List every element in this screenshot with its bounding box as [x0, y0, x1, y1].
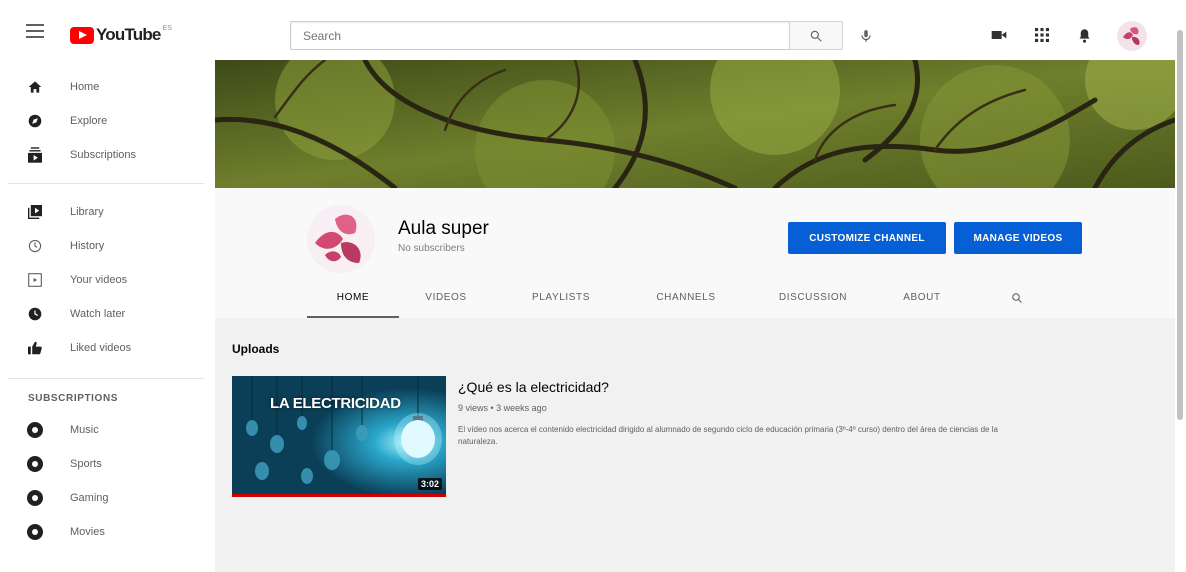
- channel-name: Aula super: [398, 218, 489, 239]
- subscriptions-icon: [27, 147, 43, 163]
- your-videos-icon: [27, 272, 43, 288]
- search-icon: [1012, 293, 1022, 303]
- search-box: [290, 21, 789, 50]
- sidebar-item-movies[interactable]: Movies: [0, 515, 206, 549]
- manage-videos-button[interactable]: MANAGE VIDEOS: [954, 222, 1082, 254]
- sidebar-item-subscriptions[interactable]: Subscriptions: [0, 138, 206, 172]
- page-scrollbar[interactable]: [1176, 30, 1184, 420]
- channel-avatar: [307, 205, 375, 273]
- account-avatar[interactable]: [1117, 21, 1147, 51]
- apps-button[interactable]: [1031, 24, 1053, 46]
- sports-channel-icon: [27, 456, 43, 472]
- sidebar-item-label: Library: [70, 206, 104, 218]
- sidebar-item-explore[interactable]: Explore: [0, 104, 206, 138]
- subscriber-count: No subscribers: [398, 243, 465, 254]
- logo-country-code: ES: [162, 25, 172, 32]
- hamburger-menu-icon[interactable]: [26, 24, 44, 38]
- sidebar-item-watch-later[interactable]: Watch later: [0, 297, 206, 331]
- channel-header: Aula super No subscribers CUSTOMIZE CHAN…: [215, 188, 1175, 318]
- compass-icon: [27, 113, 43, 129]
- channel-page: Aula super No subscribers CUSTOMIZE CHAN…: [215, 60, 1175, 572]
- sidebar-divider: [8, 378, 204, 379]
- thumbnail-title: LA ELECTRICIDAD: [270, 395, 401, 412]
- apps-grid-icon: [1035, 28, 1049, 42]
- video-duration: 3:02: [417, 478, 442, 490]
- sidebar-item-label: Gaming: [70, 492, 109, 504]
- subscriptions-heading: SUBSCRIPTIONS: [28, 393, 119, 404]
- tab-discussion[interactable]: DISCUSSION: [762, 286, 864, 318]
- sidebar-item-label: Sports: [70, 458, 102, 470]
- sidebar: Home Explore Subscriptions Library Histo…: [0, 60, 206, 572]
- notifications-button[interactable]: [1073, 24, 1095, 46]
- video-title[interactable]: ¿Qué es la electricidad?: [458, 379, 609, 395]
- sidebar-item-gaming[interactable]: Gaming: [0, 481, 206, 515]
- sidebar-item-label: Watch later: [70, 308, 126, 320]
- video-meta: 9 views • 3 weeks ago: [458, 403, 547, 413]
- tab-home[interactable]: HOME: [307, 286, 399, 318]
- sidebar-item-label: Liked videos: [70, 342, 132, 354]
- tab-playlists[interactable]: PLAYLISTS: [519, 286, 603, 318]
- channel-search-button[interactable]: [997, 286, 1037, 318]
- sidebar-item-history[interactable]: History: [0, 229, 206, 263]
- video-camera-icon: [991, 31, 1007, 39]
- uploads-heading[interactable]: Uploads: [232, 342, 279, 356]
- channel-banner: [215, 60, 1175, 188]
- create-video-button[interactable]: [988, 24, 1010, 46]
- sidebar-item-label: Home: [70, 81, 100, 93]
- sidebar-item-sports[interactable]: Sports: [0, 447, 206, 481]
- movies-channel-icon: [27, 524, 43, 540]
- sidebar-item-library[interactable]: Library: [0, 195, 206, 229]
- logo-text: YouTube: [96, 25, 161, 44]
- voice-search-button[interactable]: [852, 22, 880, 50]
- search-icon: [810, 30, 822, 42]
- history-icon: [27, 238, 43, 254]
- search-input[interactable]: [291, 22, 789, 49]
- sidebar-item-music[interactable]: Music: [0, 413, 206, 447]
- thumbs-up-icon: [27, 340, 43, 356]
- home-icon: [27, 79, 43, 95]
- watch-progress-bar: [232, 494, 446, 497]
- bell-icon: [1079, 28, 1089, 43]
- sidebar-item-home[interactable]: Home: [0, 70, 206, 104]
- sidebar-item-label: Movies: [70, 526, 105, 538]
- music-channel-icon: [27, 422, 43, 438]
- customize-channel-button[interactable]: CUSTOMIZE CHANNEL: [788, 222, 946, 254]
- gaming-channel-icon: [27, 490, 43, 506]
- watch-later-icon: [27, 306, 43, 322]
- flower-avatar-icon: [1123, 27, 1140, 45]
- sidebar-item-label: Explore: [70, 115, 108, 127]
- sidebar-item-label: Your videos: [70, 274, 128, 286]
- sidebar-item-label: History: [70, 240, 105, 252]
- sidebar-item-liked-videos[interactable]: Liked videos: [0, 331, 206, 365]
- flower-avatar-icon: [315, 214, 361, 263]
- youtube-play-icon: [70, 26, 94, 44]
- sidebar-item-label: Subscriptions: [70, 149, 137, 161]
- youtube-logo[interactable]: YouTube ES: [70, 25, 172, 45]
- sidebar-divider: [8, 183, 204, 184]
- tab-about[interactable]: ABOUT: [887, 286, 957, 318]
- video-description: El vídeo nos acerca el contenido electri…: [458, 425, 998, 446]
- sidebar-item-label: Music: [70, 424, 99, 436]
- top-bar: YouTube ES: [0, 0, 1186, 60]
- tab-videos[interactable]: VIDEOS: [404, 286, 488, 318]
- microphone-icon: [861, 30, 871, 42]
- tab-channels[interactable]: CHANNELS: [635, 286, 737, 318]
- video-thumbnail[interactable]: LA ELECTRICIDAD 3:02: [232, 376, 446, 497]
- sidebar-item-your-videos[interactable]: Your videos: [0, 263, 206, 297]
- search-button[interactable]: [789, 21, 843, 50]
- forest-banner-image: [215, 60, 1175, 188]
- library-icon: [27, 204, 43, 220]
